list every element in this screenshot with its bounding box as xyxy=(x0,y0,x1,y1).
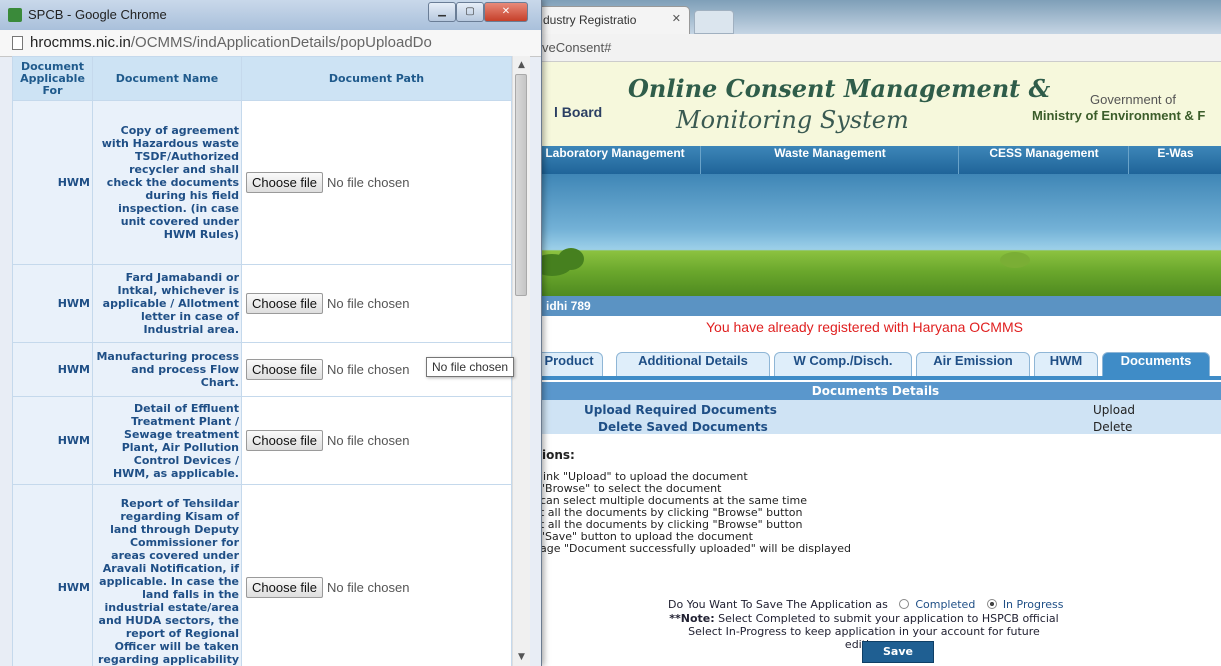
documents-details-table: Upload Required Documents Upload Delete … xyxy=(530,400,1221,434)
nav-cess-management[interactable]: CESS Management xyxy=(958,146,1129,174)
completed-label: Completed xyxy=(915,598,976,611)
save-question-text: Do You Want To Save The Application as xyxy=(668,598,888,611)
address-suffix: veConsent# xyxy=(542,40,612,55)
instruction-line: age "Document successfully uploaded" wil… xyxy=(540,542,852,555)
popup-url[interactable]: hrocmms.nic.in/OCMMS/indApplicationDetai… xyxy=(30,34,432,51)
column-header-applicable: Document Applicable For xyxy=(12,56,93,101)
applicable-cell: HWM xyxy=(12,396,93,485)
delete-saved-documents-link[interactable]: Delete Saved Documents xyxy=(598,420,768,434)
minimize-icon[interactable]: ▁ xyxy=(428,2,456,22)
document-path-cell: Choose file No file chosen xyxy=(241,396,512,485)
nav-e-waste[interactable]: E-Was xyxy=(1128,146,1221,174)
tab-w-comp-disch[interactable]: W Comp./Disch. xyxy=(774,352,912,378)
ministry-label: Ministry of Environment & F xyxy=(1032,108,1206,123)
user-bar: idhi 789 xyxy=(530,296,1221,316)
completed-radio[interactable] xyxy=(899,599,910,609)
maximize-icon[interactable]: ▢ xyxy=(456,2,484,22)
nav-waste-management[interactable]: Waste Management xyxy=(700,146,959,174)
delete-action[interactable]: Delete xyxy=(1093,420,1132,434)
column-header-document-path: Document Path xyxy=(241,56,512,101)
url-path: /OCMMS/indApplicationDetails/popUploadDo xyxy=(130,34,432,51)
tree-shape xyxy=(1000,252,1030,268)
no-file-chosen-text: No file chosen xyxy=(327,433,410,448)
applicable-cell: HWM xyxy=(12,100,93,265)
choose-file-button[interactable]: Choose file xyxy=(246,577,324,598)
user-name: idhi 789 xyxy=(546,299,591,313)
tab-product[interactable]: Product xyxy=(536,352,603,378)
tab-underline xyxy=(530,376,1221,380)
popup-window-title: SPCB - Google Chrome xyxy=(28,7,167,22)
document-name-cell: Detail of Effluent Treatment Plant / Sew… xyxy=(92,396,242,485)
documents-details-heading: Documents Details xyxy=(530,382,1221,400)
new-tab-button[interactable] xyxy=(694,10,734,34)
browser-tab[interactable]: dustry Registratio ✕ xyxy=(530,6,690,34)
browser-tab-title: dustry Registratio xyxy=(543,13,637,27)
no-file-chosen-text: No file chosen xyxy=(327,580,410,595)
site-title-line2: Monitoring System xyxy=(676,106,909,134)
no-file-tooltip: No file chosen xyxy=(426,357,515,377)
close-icon[interactable]: ✕ xyxy=(484,2,528,22)
table-row: HWM Fard Jamabandi or Intkal, whichever … xyxy=(12,264,512,343)
scrollbar-thumb[interactable] xyxy=(515,74,527,296)
upload-required-documents-link[interactable]: Upload Required Documents xyxy=(584,403,777,417)
table-row: HWM Copy of agreement with Hazardous was… xyxy=(12,100,512,265)
table-header-row: Document Applicable For Document Name Do… xyxy=(12,56,512,101)
document-name-cell: Manufacturing process and process Flow C… xyxy=(92,342,242,397)
column-header-document-name: Document Name xyxy=(92,56,242,101)
instructions-title: ions: xyxy=(542,448,575,462)
tab-close-icon[interactable]: ✕ xyxy=(672,12,681,25)
choose-file-button[interactable]: Choose file xyxy=(246,430,324,451)
tab-documents[interactable]: Documents xyxy=(1102,352,1210,378)
url-host: hrocmms.nic.in xyxy=(30,34,131,51)
tab-hwm[interactable]: HWM xyxy=(1034,352,1098,378)
chrome-app-icon xyxy=(8,8,22,22)
site-title-line1: Online Consent Management & xyxy=(628,74,1051,103)
document-name-cell: Copy of agreement with Hazardous waste T… xyxy=(92,100,242,265)
tree-shape xyxy=(558,248,584,270)
document-path-cell: Choose file No file chosen xyxy=(241,264,512,343)
no-file-chosen-text: No file chosen xyxy=(327,175,410,190)
table-row: HWM Report of Tehsildar regarding Kisam … xyxy=(12,484,512,666)
application-tabs: Product Additional Details W Comp./Disch… xyxy=(530,352,1221,378)
applicable-cell: HWM xyxy=(12,342,93,397)
save-status-question: Do You Want To Save The Application as C… xyxy=(668,598,1063,611)
choose-file-button[interactable]: Choose file xyxy=(246,293,324,314)
document-path-cell: Choose file No file chosen xyxy=(241,484,512,666)
choose-file-button[interactable]: Choose file xyxy=(246,359,324,380)
upload-action[interactable]: Upload xyxy=(1093,403,1135,417)
government-label: Government of xyxy=(1090,92,1176,107)
in-progress-label: In Progress xyxy=(1002,598,1064,611)
no-file-chosen-text: No file chosen xyxy=(327,362,410,377)
registered-message: You have already registered with Haryana… xyxy=(706,319,1023,335)
save-button[interactable]: Save xyxy=(862,641,934,663)
document-path-cell: Choose file No file chosen xyxy=(241,100,512,265)
no-file-chosen-text: No file chosen xyxy=(327,296,410,311)
tab-additional-details[interactable]: Additional Details xyxy=(616,352,770,378)
note-label: **Note: xyxy=(669,612,715,625)
nav-laboratory-management[interactable]: Laboratory Management xyxy=(530,146,700,174)
scroll-up-icon[interactable]: ▲ xyxy=(513,60,530,70)
in-progress-radio[interactable] xyxy=(986,599,997,609)
scroll-down-icon[interactable]: ▼ xyxy=(513,652,530,662)
tab-air-emission[interactable]: Air Emission xyxy=(916,352,1030,378)
main-nav: Laboratory Management Waste Management C… xyxy=(530,146,1221,174)
choose-file-button[interactable]: Choose file xyxy=(246,172,324,193)
applicable-cell: HWM xyxy=(12,264,93,343)
table-row: HWM Detail of Effluent Treatment Plant /… xyxy=(12,396,512,485)
board-label: l Board xyxy=(554,104,603,120)
applicable-cell: HWM xyxy=(12,484,93,666)
background-address-bar[interactable]: veConsent# xyxy=(530,34,1221,62)
landscape-banner xyxy=(530,174,1221,296)
document-name-cell: Fard Jamabandi or Intkal, whichever is a… xyxy=(92,264,242,343)
page-icon xyxy=(12,36,23,50)
document-name-cell: Report of Tehsildar regarding Kisam of l… xyxy=(92,484,242,666)
note-line-1: Select Completed to submit your applicat… xyxy=(718,612,1059,625)
